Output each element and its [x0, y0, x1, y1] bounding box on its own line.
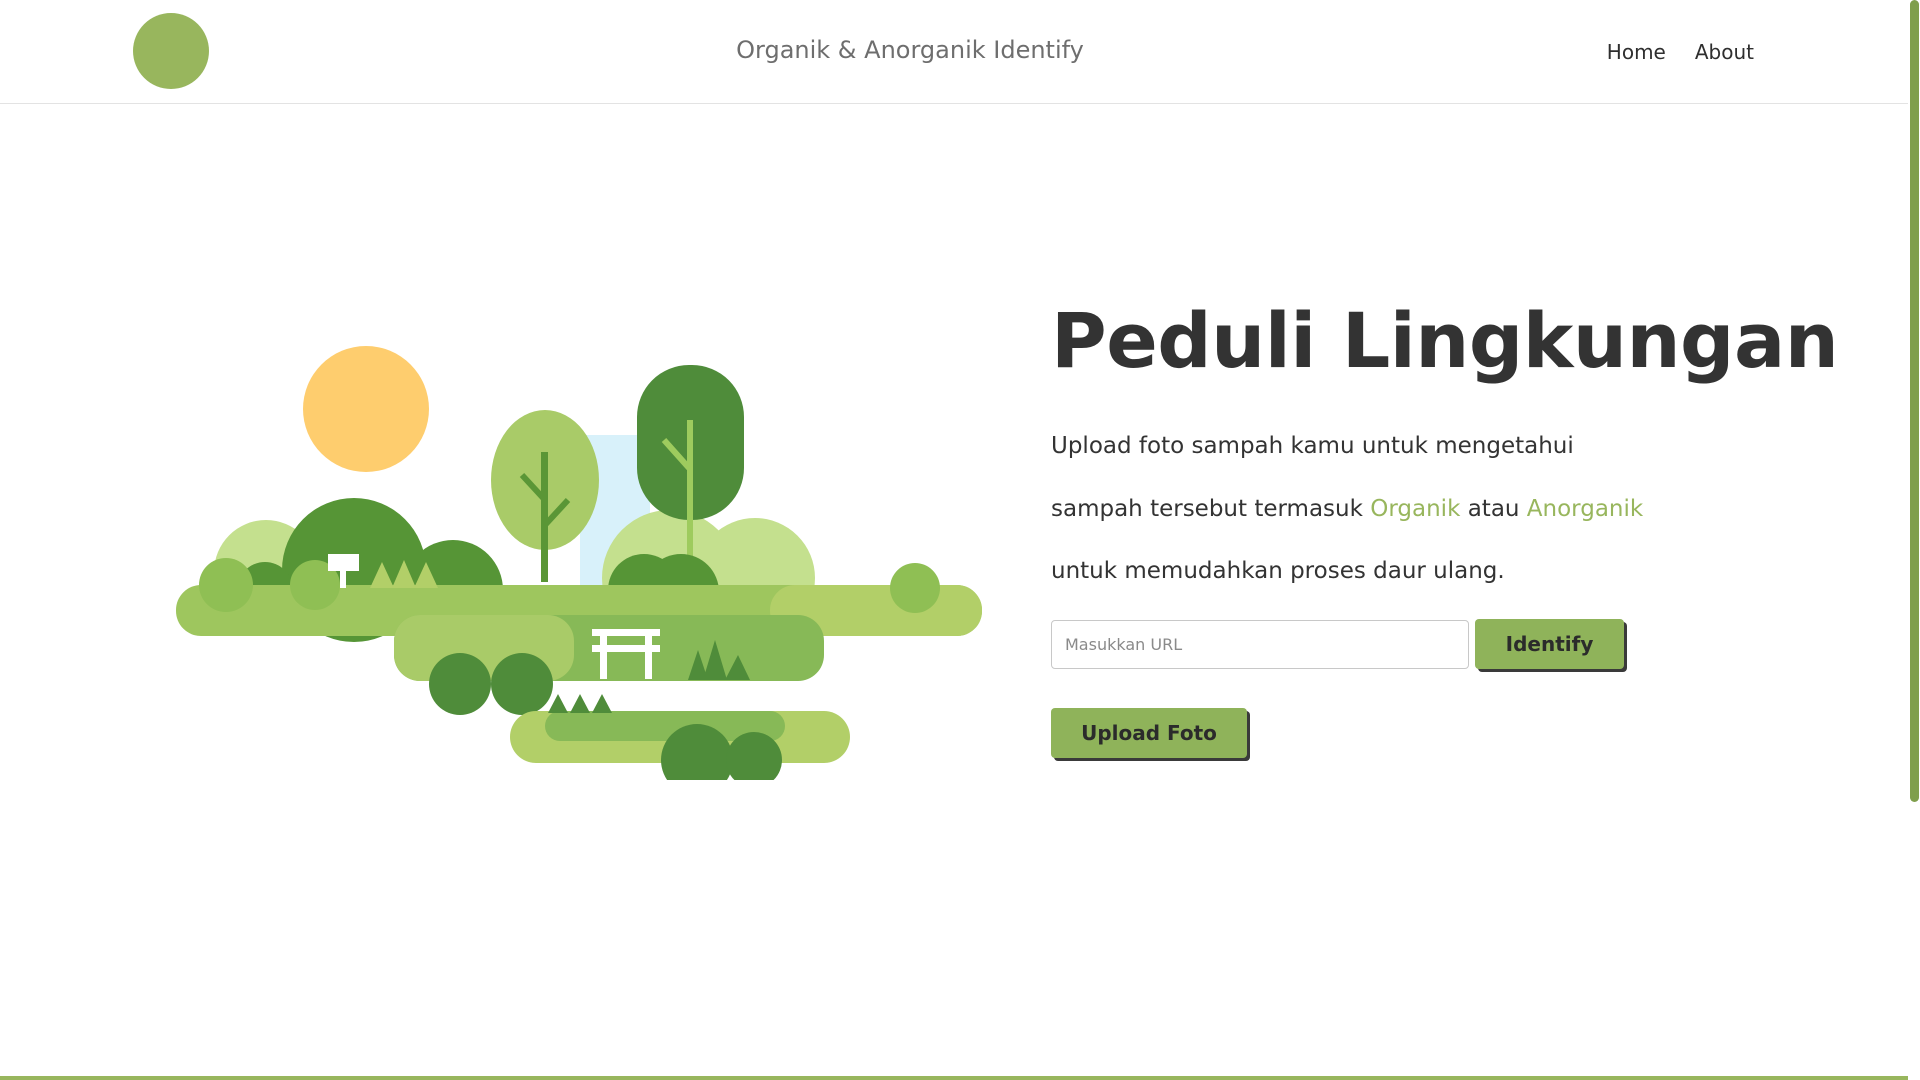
organik-highlight: Organik — [1370, 495, 1461, 522]
bush-lower-2 — [491, 653, 553, 715]
island-grass-2 — [570, 694, 590, 713]
sun-shape — [303, 346, 429, 472]
description-line-2-start: sampah tersebut termasuk — [1051, 495, 1371, 522]
description-line-3: untuk memudahkan proses daur ulang. — [1051, 558, 1505, 584]
nav-menu: Home About — [1607, 40, 1754, 64]
site-title: Organik & Anorganik Identify — [736, 36, 1084, 64]
top-navbar: Organik & Anorganik Identify Home About — [0, 0, 1908, 104]
upload-photo-button[interactable]: Upload Foto — [1051, 708, 1247, 758]
url-input[interactable] — [1051, 620, 1469, 669]
sign-board — [328, 554, 359, 571]
page: Organik & Anorganik Identify Home About — [0, 0, 1920, 1080]
ground-spot-right — [890, 563, 940, 613]
identify-button[interactable]: Identify — [1475, 619, 1624, 669]
vertical-scrollbar[interactable] — [1908, 0, 1920, 1080]
tree-light-trunk — [541, 452, 548, 582]
hero-description: Upload foto sampah kamu untuk mengetahui… — [1051, 415, 1751, 603]
bottom-accent-line — [0, 1076, 1908, 1080]
scrollbar-thumb[interactable] — [1910, 0, 1919, 802]
bench-leg-right — [645, 629, 652, 679]
description-line-2-mid: atau — [1460, 495, 1527, 522]
park-illustration — [176, 346, 982, 780]
sign-post — [340, 570, 346, 588]
island-grass-1 — [548, 694, 568, 713]
ground-spot-left — [199, 558, 253, 612]
bench-leg-left — [600, 629, 607, 679]
anorganik-highlight: Anorganik — [1526, 495, 1644, 522]
hero-title: Peduli Lingkungan — [1051, 296, 1839, 385]
nav-home-link[interactable]: Home — [1607, 40, 1666, 64]
nav-about-link[interactable]: About — [1695, 40, 1754, 64]
description-line-1: Upload foto sampah kamu untuk mengetahui — [1051, 433, 1574, 459]
bush-lower-1 — [429, 653, 491, 715]
island-grass-3 — [592, 694, 612, 713]
